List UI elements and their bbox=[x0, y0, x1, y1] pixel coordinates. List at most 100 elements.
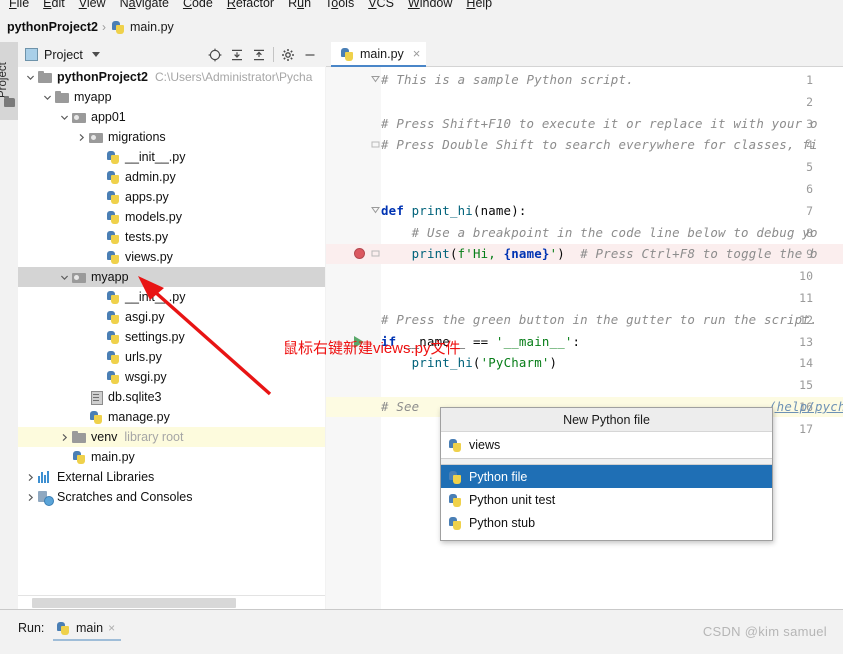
code-line[interactable]: # See bbox=[381, 399, 427, 414]
tree-node-wsgi-py[interactable]: wsgi.py bbox=[18, 367, 325, 387]
project-panel-header: Project bbox=[18, 42, 325, 67]
toolbar-divider bbox=[273, 47, 274, 62]
expand-all-icon[interactable] bbox=[226, 45, 248, 65]
locate-icon[interactable] bbox=[204, 45, 226, 65]
menu-item-help[interactable]: Help bbox=[459, 0, 499, 12]
tree-node-urls-py[interactable]: urls.py bbox=[18, 347, 325, 367]
tree-node-pythonproject2[interactable]: pythonProject2 C:\Users\Administrator\Pyc… bbox=[18, 67, 325, 87]
popup-item-python-stub[interactable]: Python stub bbox=[441, 511, 772, 534]
tree-node-admin-py[interactable]: admin.py bbox=[18, 167, 325, 187]
python-file-icon bbox=[447, 437, 463, 453]
breadcrumb: pythonProject2 › main.py bbox=[0, 16, 843, 37]
chevron-right-icon[interactable] bbox=[24, 487, 37, 507]
tree-node-external-libraries[interactable]: External Libraries bbox=[18, 467, 325, 487]
code-line[interactable]: def print_hi(name): bbox=[381, 203, 527, 218]
tree-node-main-py[interactable]: main.py bbox=[18, 447, 325, 467]
chevron-right-icon[interactable] bbox=[58, 427, 71, 447]
library-root-badge: library root bbox=[124, 430, 184, 444]
settings-gear-icon[interactable] bbox=[277, 45, 299, 65]
tree-node-asgi-py[interactable]: asgi.py bbox=[18, 307, 325, 327]
tree-node-venv[interactable]: venv library root bbox=[18, 427, 325, 447]
tree-node-myapp[interactable]: myapp bbox=[18, 267, 325, 287]
tree-node-db-sqlite3[interactable]: db.sqlite3 bbox=[18, 387, 325, 407]
hide-window-icon[interactable] bbox=[299, 45, 321, 65]
run-tab-main[interactable]: main × bbox=[53, 617, 122, 641]
tree-node-models-py[interactable]: models.py bbox=[18, 207, 325, 227]
code-line[interactable]: # This is a sample Python script. bbox=[381, 72, 634, 87]
code-token: # See bbox=[381, 399, 427, 414]
chevron-down-icon[interactable] bbox=[91, 52, 100, 57]
chevron-down-icon[interactable] bbox=[24, 67, 37, 87]
line-number: 7 bbox=[806, 203, 813, 218]
project-tree[interactable]: pythonProject2 C:\Users\Administrator\Pyc… bbox=[18, 67, 325, 595]
code-token: (name): bbox=[472, 202, 527, 218]
close-icon[interactable]: × bbox=[108, 621, 115, 635]
menu-item-file[interactable]: File bbox=[2, 0, 36, 12]
code-token: 'PyCharm' bbox=[480, 355, 550, 371]
menu-item-navigate[interactable]: Navigate bbox=[113, 0, 176, 12]
tree-node-app01[interactable]: app01 bbox=[18, 107, 325, 127]
fold-open-icon[interactable] bbox=[371, 206, 380, 215]
popup-item-python-file[interactable]: Python file bbox=[441, 465, 772, 488]
code-line[interactable]: # Press the green button in the gutter t… bbox=[381, 312, 818, 327]
project-path-text: C:\Users\Administrator\Pycha bbox=[155, 70, 313, 84]
tree-node-scratches-and-consoles[interactable]: Scratches and Consoles bbox=[18, 487, 325, 507]
chevron-down-icon[interactable] bbox=[58, 267, 71, 287]
popup-item-list[interactable]: Python file Python unit test Python stub bbox=[441, 465, 772, 534]
chevron-down-icon[interactable] bbox=[58, 107, 71, 127]
python-file-icon bbox=[447, 515, 463, 531]
menu-item-view[interactable]: View bbox=[72, 0, 113, 12]
code-token: ( bbox=[449, 246, 458, 262]
tree-node--init-py[interactable]: __init__.py bbox=[18, 287, 325, 307]
popup-item-python-unit-test[interactable]: Python unit test bbox=[441, 488, 772, 511]
menu-item-run[interactable]: Run bbox=[281, 0, 318, 12]
breadcrumb-file[interactable]: main.py bbox=[130, 20, 174, 34]
breadcrumb-separator: › bbox=[102, 19, 106, 34]
chevron-right-icon[interactable] bbox=[75, 127, 88, 147]
code-link-text[interactable]: (help/pych bbox=[769, 399, 843, 414]
python-file-icon bbox=[447, 492, 463, 508]
menu-item-code[interactable]: Code bbox=[176, 0, 220, 12]
tree-node--init-py[interactable]: __init__.py bbox=[18, 147, 325, 167]
tree-node-views-py[interactable]: views.py bbox=[18, 247, 325, 267]
breadcrumb-project[interactable]: pythonProject2 bbox=[7, 20, 98, 34]
menu-item-vcs[interactable]: VCS bbox=[361, 0, 401, 12]
menu-item-edit[interactable]: Edit bbox=[36, 0, 72, 12]
scrollbar-thumb[interactable] bbox=[32, 598, 236, 608]
menu-item-refactor[interactable]: Refactor bbox=[220, 0, 281, 12]
tree-node-myapp[interactable]: myapp bbox=[18, 87, 325, 107]
sidebar-tab-project[interactable]: Project bbox=[0, 42, 18, 120]
code-line[interactable]: # Press Shift+F10 to execute it or repla… bbox=[381, 116, 818, 131]
new-python-file-popup[interactable]: New Python file views Python file Python … bbox=[440, 407, 773, 541]
menu-item-window[interactable]: Window bbox=[401, 0, 459, 12]
popup-title: New Python file bbox=[441, 408, 772, 432]
tree-node-apps-py[interactable]: apps.py bbox=[18, 187, 325, 207]
tree-node-label: wsgi.py bbox=[125, 370, 167, 384]
fold-close-icon[interactable] bbox=[371, 249, 380, 258]
tab-main-py[interactable]: main.py × bbox=[331, 42, 427, 67]
libraries-icon bbox=[37, 469, 53, 485]
code-line[interactable]: print(f'Hi, {name}') # Press Ctrl+F8 to … bbox=[381, 246, 818, 261]
tree-node-manage-py[interactable]: manage.py bbox=[18, 407, 325, 427]
tree-node-migrations[interactable]: migrations bbox=[18, 127, 325, 147]
code-line[interactable]: # Use a breakpoint in the code line belo… bbox=[381, 225, 818, 240]
menu-item-tools[interactable]: Tools bbox=[318, 0, 361, 12]
filename-input[interactable]: views bbox=[441, 432, 772, 459]
project-tool-window: Project pythonProject2 C:\Users\Administr… bbox=[18, 42, 325, 609]
project-tree-hscrollbar[interactable] bbox=[18, 595, 325, 609]
close-icon[interactable]: × bbox=[413, 46, 421, 61]
tree-node-label: db.sqlite3 bbox=[108, 390, 162, 404]
tree-node-settings-py[interactable]: settings.py bbox=[18, 327, 325, 347]
chevron-down-icon[interactable] bbox=[41, 87, 54, 107]
tree-node-label: app01 bbox=[91, 110, 126, 124]
fold-open-icon[interactable] bbox=[371, 75, 380, 84]
collapse-all-icon[interactable] bbox=[248, 45, 270, 65]
code-line[interactable]: # Press Double Shift to search everywher… bbox=[381, 137, 818, 152]
fold-close-icon[interactable] bbox=[371, 140, 380, 149]
tree-node-tests-py[interactable]: tests.py bbox=[18, 227, 325, 247]
chevron-right-icon[interactable] bbox=[24, 467, 37, 487]
